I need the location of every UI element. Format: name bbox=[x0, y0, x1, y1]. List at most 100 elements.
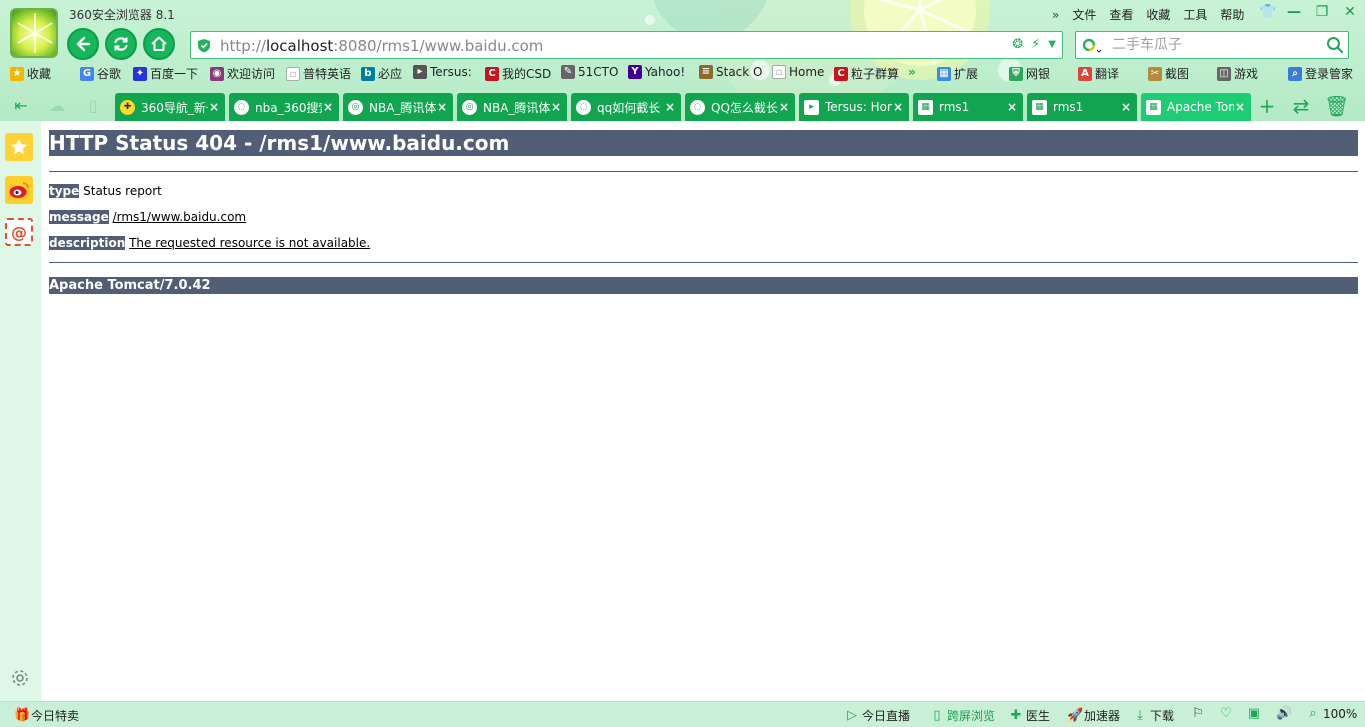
search-box[interactable] bbox=[1075, 31, 1349, 59]
tab-close-icon[interactable]: × bbox=[1120, 100, 1132, 114]
tab[interactable]: ◎ NBA_腾讯体 × bbox=[457, 93, 567, 121]
tab[interactable]: ◌ qq如何截长 × bbox=[571, 93, 681, 121]
bookmark-item[interactable]: A 翻译 bbox=[1078, 65, 1119, 82]
daily-deals-button[interactable]: 🎁 今日特卖 bbox=[14, 707, 79, 724]
volume-button[interactable]: 🔊 bbox=[1276, 706, 1293, 721]
google-icon: G bbox=[80, 66, 94, 81]
search-icon[interactable] bbox=[1326, 36, 1344, 54]
settings-gear-icon[interactable] bbox=[10, 668, 30, 688]
doctor-button[interactable]: ✚ 医生 bbox=[1009, 707, 1050, 724]
compat-mode-icon[interactable]: ❂ bbox=[1012, 37, 1023, 53]
tab[interactable]: ▦ rms1 × bbox=[1027, 93, 1137, 121]
bookmark-item[interactable]: ▸ Tersus: bbox=[413, 65, 472, 79]
heart-button[interactable]: ♡ bbox=[1219, 707, 1233, 721]
search-360-icon: ◌ bbox=[234, 99, 249, 115]
weibo-icon bbox=[9, 182, 29, 198]
mail-button[interactable]: @ bbox=[5, 218, 33, 246]
collapse-sidebar-icon[interactable]: ⇤ bbox=[10, 96, 32, 116]
tab-close-icon[interactable]: × bbox=[208, 100, 220, 114]
bookmark-item[interactable]: ✎ 51CTO bbox=[561, 65, 618, 79]
menu-favorites[interactable]: 收藏 bbox=[1146, 6, 1170, 23]
bookmark-item[interactable]: Y Yahoo! bbox=[628, 65, 685, 79]
speaker-icon: 🔊 bbox=[1276, 706, 1293, 721]
tab-close-icon[interactable]: × bbox=[892, 100, 904, 114]
bookmark-item[interactable]: ✂ 截图 bbox=[1148, 65, 1189, 82]
bookmark-item[interactable]: ▫ 普特英语 bbox=[286, 65, 351, 82]
weibo-button[interactable] bbox=[5, 176, 33, 204]
back-button[interactable] bbox=[67, 28, 99, 60]
refresh-button[interactable] bbox=[105, 28, 137, 60]
address-url[interactable]: http://localhost:8080/rms1/www.baidu.com bbox=[220, 37, 543, 55]
tab[interactable]: ✚ 360导航_新一× bbox=[115, 93, 225, 121]
tab-close-icon[interactable]: × bbox=[1006, 100, 1018, 114]
tersus-icon: ▸ bbox=[413, 65, 427, 79]
bookmark-item[interactable]: » bbox=[908, 65, 916, 79]
bookmark-item[interactable]: ◫ 游戏 bbox=[1217, 65, 1258, 82]
address-bar[interactable]: http://localhost:8080/rms1/www.baidu.com… bbox=[190, 31, 1063, 59]
search-input[interactable] bbox=[1112, 35, 1312, 55]
bookmark-label: 必应 bbox=[378, 67, 403, 81]
home-icon bbox=[151, 36, 167, 51]
bookmark-item[interactable]: C 粒子群算 bbox=[834, 65, 899, 82]
bookmark-item[interactable]: C 我的CSD bbox=[485, 65, 551, 82]
bookmark-label: 扩展 bbox=[954, 67, 979, 81]
bookmark-label: Home bbox=[789, 65, 825, 79]
cross-screen-button[interactable]: ▯ 跨屏浏览 bbox=[930, 707, 995, 724]
search-engine-360-icon[interactable] bbox=[1082, 38, 1102, 54]
bookmark-item[interactable]: ★ 收藏 bbox=[10, 65, 51, 82]
tab-active[interactable]: ▦ Apache Tom × bbox=[1141, 93, 1251, 121]
tab-close-icon[interactable]: × bbox=[550, 100, 562, 114]
bookmark-item[interactable]: ⛨ 网银 bbox=[1009, 65, 1050, 82]
tab-close-icon[interactable]: × bbox=[664, 100, 676, 114]
tab[interactable]: ▸ Tersus: Hor × bbox=[799, 93, 909, 121]
chrome-icon: ◎ bbox=[348, 99, 363, 115]
bookmark-item[interactable]: ▦ 扩展 bbox=[937, 65, 978, 82]
switch-tabs-icon[interactable]: ⇄ bbox=[1290, 95, 1312, 117]
new-tab-plus-icon[interactable]: + bbox=[1256, 95, 1278, 117]
live-button[interactable]: ▷ 今日直播 bbox=[845, 707, 910, 724]
windows-button[interactable]: ▣ bbox=[1247, 707, 1261, 721]
menu-file[interactable]: 文件 bbox=[1072, 6, 1096, 23]
tab[interactable]: ▦ rms1 × bbox=[913, 93, 1023, 121]
menu-help[interactable]: 帮助 bbox=[1220, 6, 1244, 23]
tab-close-icon[interactable]: × bbox=[1234, 100, 1246, 114]
divider bbox=[49, 262, 1358, 263]
speed-mode-icon[interactable]: ⚡ bbox=[1031, 37, 1040, 53]
bookmark-label: 普特英语 bbox=[303, 67, 352, 81]
menu-tools[interactable]: 工具 bbox=[1183, 6, 1207, 23]
skin-shirt-icon[interactable]: 👕 bbox=[1259, 5, 1276, 19]
tab[interactable]: ◌ QQ怎么截长 × bbox=[685, 93, 795, 121]
bookmark-item[interactable]: G 谷歌 bbox=[80, 65, 121, 82]
flag-button[interactable]: ⚐ bbox=[1191, 707, 1205, 721]
minimize-button[interactable]: — bbox=[1287, 5, 1301, 19]
chevron-down-icon[interactable]: ▼ bbox=[1048, 37, 1056, 53]
bookmark-item[interactable]: ≡ Stack O bbox=[699, 65, 762, 79]
tab-close-icon[interactable]: × bbox=[778, 100, 790, 114]
tab-close-icon[interactable]: × bbox=[436, 100, 448, 114]
bookmark-item[interactable]: ⌕ 登录管家 bbox=[1288, 65, 1353, 82]
zoom-button[interactable]: ⌕ 100% bbox=[1306, 707, 1357, 722]
bookmark-label: 游戏 bbox=[1234, 67, 1259, 81]
bookmark-item[interactable]: ✦ 百度一下 bbox=[133, 65, 198, 82]
tab[interactable]: ◎ NBA_腾讯体 × bbox=[343, 93, 453, 121]
tab-close-icon[interactable]: × bbox=[322, 100, 334, 114]
menu-view[interactable]: 查看 bbox=[1109, 6, 1133, 23]
accelerator-button[interactable]: 🚀 加速器 bbox=[1067, 707, 1120, 724]
bookmark-item[interactable]: ▫ Home bbox=[772, 65, 824, 79]
stackoverflow-icon: ≡ bbox=[699, 65, 713, 79]
favorites-star-button[interactable] bbox=[5, 133, 33, 161]
restore-button[interactable]: ❐ bbox=[1315, 5, 1329, 19]
close-button[interactable]: ✕ bbox=[1343, 5, 1357, 19]
download-button[interactable]: ⤓ 下载 bbox=[1133, 707, 1174, 724]
bookmark-item[interactable]: b 必应 bbox=[361, 65, 402, 82]
home-button[interactable] bbox=[143, 28, 175, 60]
360-browser-logo[interactable] bbox=[10, 8, 58, 58]
cloud-sync-icon[interactable]: ☁ bbox=[46, 96, 68, 116]
trash-icon[interactable]: 🗑 bbox=[1324, 95, 1349, 117]
mobile-device-icon[interactable]: ▯ bbox=[82, 96, 104, 116]
status-bar: 🎁 今日特卖 ▷ 今日直播 ▯ 跨屏浏览 ✚ 医生 🚀 加速器 ⤓ 下载 ⚐ ♡ ▣ 🔊 ⌕… bbox=[0, 701, 1365, 727]
bookmark-item[interactable]: ◉ 欢迎访问 bbox=[210, 65, 275, 82]
shield-icon: ⛨ bbox=[1009, 66, 1023, 81]
menu-more[interactable]: » bbox=[1052, 8, 1059, 22]
tab[interactable]: ◌ nba_360搜索× bbox=[229, 93, 339, 121]
